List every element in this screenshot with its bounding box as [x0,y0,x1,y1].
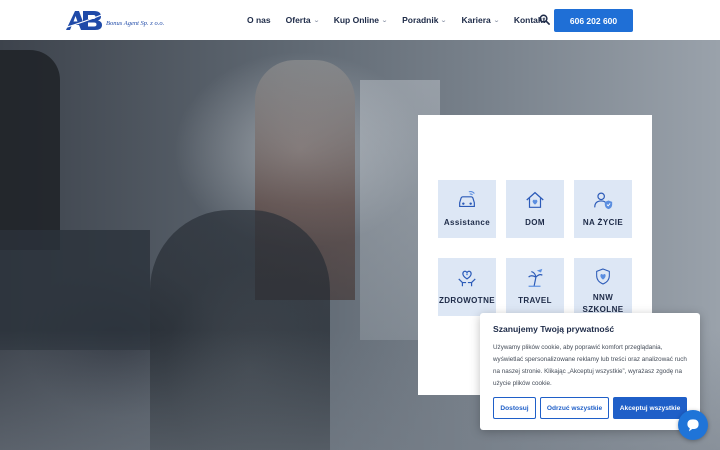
nav-label: Kariera [461,15,491,25]
plane-palm-icon [528,268,543,287]
person-shield-icon [594,192,613,210]
nav-label: Poradnik [402,15,439,25]
nav-item-kup-online[interactable]: Kup Online ⌄ [333,15,388,25]
shield-heart-icon [596,268,610,285]
main-nav: O nas Oferta ⌄ Kup Online ⌄ Poradnik ⌄ Kari… [247,0,560,40]
chevron-down-icon: ⌄ [493,17,500,24]
chevron-down-icon: ⌄ [312,17,320,24]
logo[interactable]: Bonus Agent Sp. z o.o. [64,8,184,32]
search-icon[interactable] [539,14,550,25]
cookie-banner: Szanujemy Twoją prywatność Używamy plikó… [480,313,700,430]
logo-text: Bonus Agent Sp. z o.o. [106,19,165,27]
nav-item-oferta[interactable]: Oferta ⌄ [285,15,320,25]
product-label: ZDROWOTNE [438,296,496,305]
cookie-buttons: Dostosuj Odrzuć wszystkie Akceptuj wszys… [493,397,691,419]
nav-item-poradnik[interactable]: Poradnik ⌄ [402,15,448,25]
heart-hands-icon [458,270,476,287]
nav-item-kariera[interactable]: Kariera ⌄ [461,15,500,25]
cookie-title: Szanujemy Twoją prywatność [493,324,615,334]
product-tile-assistance[interactable]: Assistance [438,180,496,238]
product-label: DOM [525,218,545,227]
product-label: Assistance [443,218,491,227]
chat-bubble-icon [687,419,699,432]
nav-label: Kup Online [333,15,380,25]
hero-person-left [0,50,60,250]
nav-label: Oferta [285,15,311,25]
chevron-down-icon: ⌄ [440,17,448,24]
phone-button[interactable]: 606 202 600 [554,9,633,32]
product-tile-na-zycie[interactable]: NA ŻYCIE [574,180,632,238]
house-icon [526,191,544,208]
product-tile-travel[interactable]: TRAVEL [506,258,564,316]
cookie-text: Używamy plików cookie, aby poprawić komf… [493,344,687,387]
cookie-reject-button[interactable]: Odrzuć wszystkie [540,397,609,419]
product-label: NA ŻYCIE [582,218,624,227]
logo-mark-icon [64,11,104,30]
cookie-customize-button[interactable]: Dostosuj [493,397,536,419]
product-tile-nnw-szkolne[interactable]: NNW SZKOLNE [574,258,632,316]
car-icon [459,190,475,208]
product-tile-zdrowotne[interactable]: ZDROWOTNE [438,258,496,316]
cookie-accept-button[interactable]: Akceptuj wszystkie [613,397,687,419]
site-header: Bonus Agent Sp. z o.o. O nas Oferta ⌄ Kup… [0,0,720,40]
product-tile-dom[interactable]: DOM [506,180,564,238]
nav-item-o-nas[interactable]: O nas [247,15,271,25]
chat-button[interactable] [678,410,708,440]
nav-label: O nas [247,15,271,25]
chevron-down-icon: ⌄ [381,17,388,24]
product-label: TRAVEL [518,296,552,305]
